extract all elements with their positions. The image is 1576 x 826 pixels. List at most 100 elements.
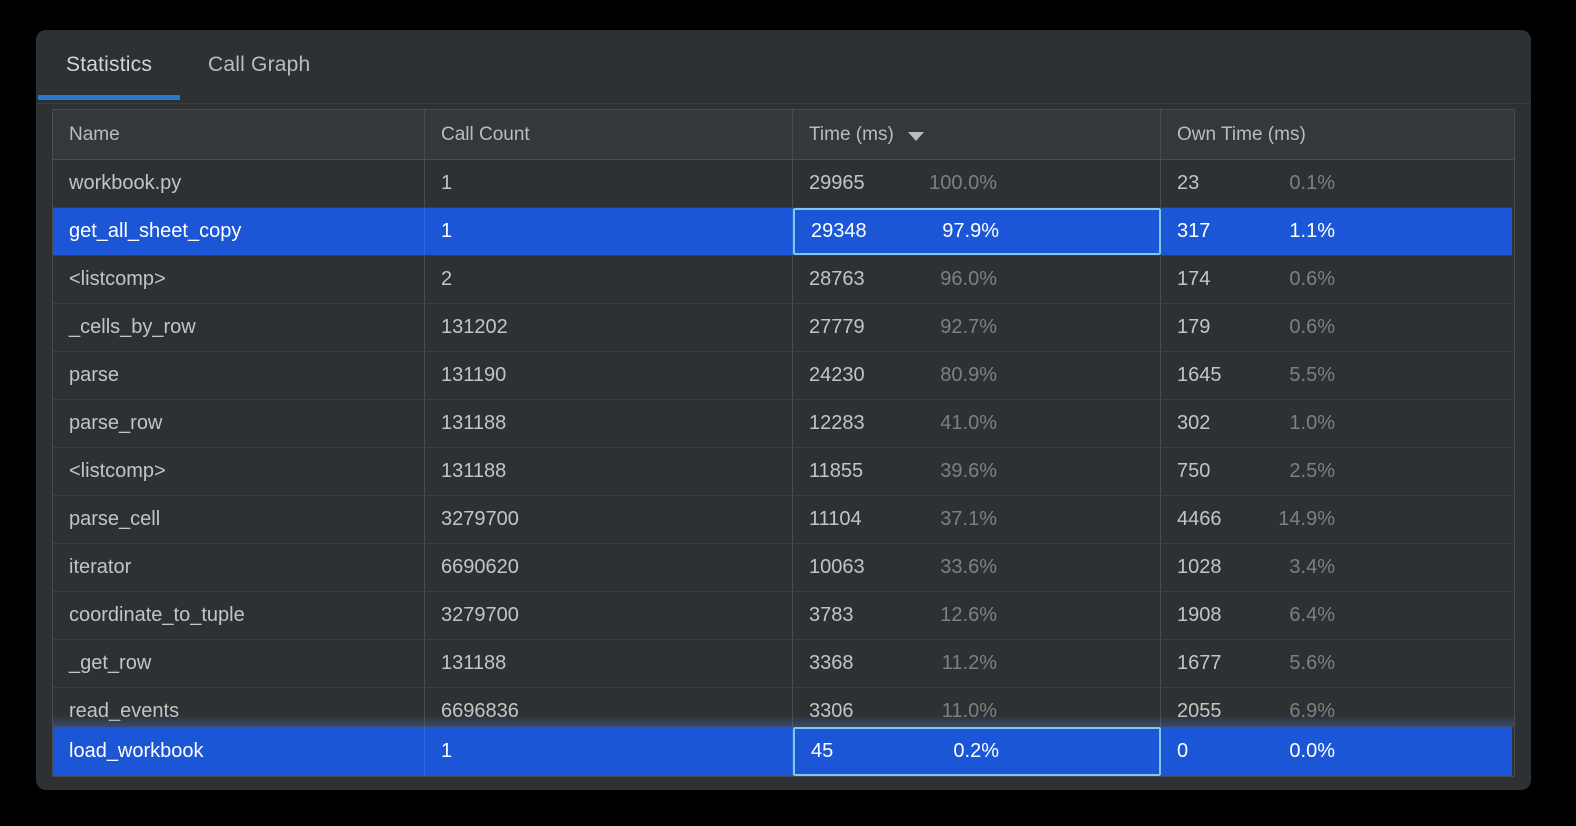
cell-time-value: 10063 [809, 556, 865, 578]
cell-own-time[interactable]: 23 0.1% [1161, 160, 1512, 207]
cell-name[interactable]: parse_row [53, 400, 425, 447]
cell-own-time[interactable]: 0 0.0% [1161, 727, 1512, 776]
cell-own-time-value: 1645 [1177, 364, 1222, 386]
cell-name[interactable]: _cells_by_row [53, 304, 425, 351]
column-header-name[interactable]: Name [53, 110, 425, 159]
cell-time[interactable]: 28763 96.0% [793, 256, 1161, 303]
cell-own-time-percent: 1.1% [1289, 220, 1335, 242]
cell-time-value: 11855 [809, 460, 864, 482]
table-row[interactable]: get_all_sheet_copy 1 29348 97.9% 317 1.1% [53, 208, 1514, 256]
cell-name-text: read_events [69, 700, 180, 722]
table-row[interactable]: <listcomp> 131188 11855 39.6% 750 2.5% [53, 448, 1514, 496]
cell-time-percent: 0.2% [953, 740, 999, 762]
cell-own-time-percent: 1.0% [1289, 412, 1335, 434]
cell-time[interactable]: 10063 33.6% [793, 544, 1161, 591]
cell-time[interactable]: 12283 41.0% [793, 400, 1161, 447]
cell-name[interactable]: get_all_sheet_copy [53, 208, 425, 255]
column-header-time[interactable]: Time (ms) [793, 110, 1161, 159]
cell-own-time[interactable]: 1908 6.4% [1161, 592, 1512, 639]
cell-call-count[interactable]: 1 [425, 727, 793, 776]
cell-name[interactable]: workbook.py [53, 160, 425, 207]
table-row[interactable]: _cells_by_row 131202 27779 92.7% 179 0.6% [53, 304, 1514, 352]
cell-own-time[interactable]: 750 2.5% [1161, 448, 1512, 495]
cell-name[interactable]: iterator [53, 544, 425, 591]
cell-time[interactable]: 24230 80.9% [793, 352, 1161, 399]
cell-name[interactable]: parse_cell [53, 496, 425, 543]
cell-time-value: 3306 [809, 700, 854, 722]
table-row[interactable]: workbook.py 1 29965 100.0% 23 0.1% [53, 160, 1514, 208]
cell-own-time-value: 1908 [1177, 604, 1222, 626]
cell-time[interactable]: 29965 100.0% [793, 160, 1161, 207]
cell-time-percent: 11.2% [941, 652, 997, 674]
cell-name[interactable]: <listcomp> [53, 448, 425, 495]
cell-call-count-text: 131188 [441, 652, 507, 674]
cell-name-text: <listcomp> [69, 268, 166, 290]
cell-time[interactable]: 11855 39.6% [793, 448, 1161, 495]
cell-time-value: 29348 [811, 220, 867, 242]
cell-name[interactable]: parse [53, 352, 425, 399]
cell-name-text: coordinate_to_tuple [69, 604, 245, 626]
cell-own-time-value: 302 [1177, 412, 1211, 434]
cell-time-value: 11104 [809, 508, 862, 530]
table-row[interactable]: parse_row 131188 12283 41.0% 302 1.0% [53, 400, 1514, 448]
cell-call-count[interactable]: 1 [425, 208, 793, 255]
cell-own-time[interactable]: 302 1.0% [1161, 400, 1512, 447]
cell-call-count[interactable]: 131188 [425, 640, 793, 687]
cell-own-time[interactable]: 1028 3.4% [1161, 544, 1512, 591]
table-row[interactable]: parse_cell 3279700 11104 37.1% 4466 14.9% [53, 496, 1514, 544]
cell-time-value: 45 [811, 740, 834, 762]
cell-name[interactable]: load_workbook [53, 727, 425, 776]
tab-call-graph[interactable]: Call Graph [180, 30, 338, 100]
cell-call-count[interactable]: 1 [425, 160, 793, 207]
pinned-table-row[interactable]: load_workbook 1 45 0.2% 0 0.0% [53, 727, 1514, 776]
tab-bar-divider [36, 103, 1531, 104]
cell-call-count[interactable]: 131188 [425, 448, 793, 495]
cell-time[interactable]: 45 0.2% [793, 727, 1161, 776]
table-row[interactable]: <listcomp> 2 28763 96.0% 174 0.6% [53, 256, 1514, 304]
cell-time-percent: 92.7% [940, 316, 997, 338]
cell-own-time[interactable]: 179 0.6% [1161, 304, 1512, 351]
cell-own-time[interactable]: 1677 5.6% [1161, 640, 1512, 687]
table-row[interactable]: parse 131190 24230 80.9% 1645 5.5% [53, 352, 1514, 400]
cell-time[interactable]: 11104 37.1% [793, 496, 1161, 543]
table-row[interactable]: iterator 6690620 10063 33.6% 1028 3.4% [53, 544, 1514, 592]
cell-call-count[interactable]: 131202 [425, 304, 793, 351]
cell-own-time-value: 4466 [1177, 508, 1222, 530]
cell-name-text: workbook.py [69, 172, 182, 194]
cell-time[interactable]: 29348 97.9% [793, 208, 1161, 255]
cell-own-time-value: 0 [1177, 740, 1189, 762]
cell-own-time[interactable]: 1645 5.5% [1161, 352, 1512, 399]
cell-own-time[interactable]: 317 1.1% [1161, 208, 1512, 255]
cell-name-text: load_workbook [69, 740, 204, 762]
cell-call-count[interactable]: 131188 [425, 400, 793, 447]
table-row[interactable]: _get_row 131188 3368 11.2% 1677 5.6% [53, 640, 1514, 688]
cell-own-time[interactable]: 4466 14.9% [1161, 496, 1512, 543]
table-row[interactable]: coordinate_to_tuple 3279700 3783 12.6% 1908 6… [53, 592, 1514, 640]
cell-name[interactable]: coordinate_to_tuple [53, 592, 425, 639]
cell-call-count[interactable]: 3279700 [425, 592, 793, 639]
cell-name[interactable]: _get_row [53, 640, 425, 687]
cell-call-count[interactable]: 3279700 [425, 496, 793, 543]
cell-own-time-value: 1677 [1177, 652, 1222, 674]
cell-name-text: parse_cell [69, 508, 161, 530]
tab-statistics-label: Statistics [66, 53, 153, 76]
cell-call-count[interactable]: 2 [425, 256, 793, 303]
cell-own-time[interactable]: 174 0.6% [1161, 256, 1512, 303]
column-header-own-time[interactable]: Own Time (ms) [1161, 110, 1512, 159]
cell-call-count-text: 3279700 [441, 508, 519, 530]
cell-own-time-percent: 0.6% [1289, 268, 1335, 290]
cell-call-count[interactable]: 131190 [425, 352, 793, 399]
cell-name[interactable]: <listcomp> [53, 256, 425, 303]
cell-time[interactable]: 3368 11.2% [793, 640, 1161, 687]
profiler-panel: Statistics Call Graph Name Call Count Ti… [36, 30, 1531, 790]
cell-name-text: iterator [69, 556, 132, 578]
cell-time-value: 12283 [809, 412, 865, 434]
cell-call-count-text: 131188 [441, 412, 507, 434]
column-header-call-count[interactable]: Call Count [425, 110, 793, 159]
cell-time[interactable]: 3783 12.6% [793, 592, 1161, 639]
cell-own-time-value: 317 [1177, 220, 1211, 242]
tab-statistics[interactable]: Statistics [38, 30, 181, 100]
cell-call-count[interactable]: 6690620 [425, 544, 793, 591]
cell-time[interactable]: 27779 92.7% [793, 304, 1161, 351]
cell-time-value: 29965 [809, 172, 865, 194]
